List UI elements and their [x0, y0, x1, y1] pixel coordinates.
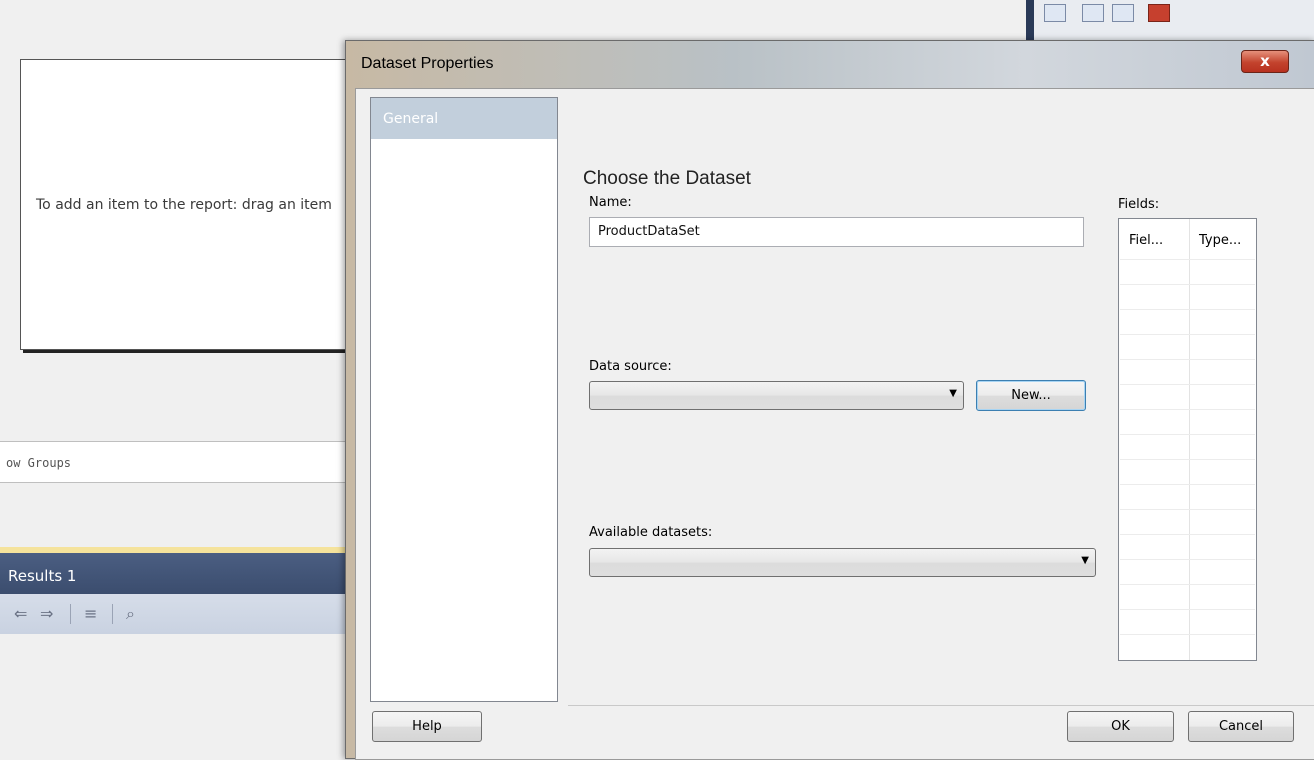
close-icon: x [1260, 52, 1270, 70]
grid-row-line [1120, 284, 1255, 285]
grid-row-line [1120, 409, 1255, 410]
new-data-source-button[interactable]: New... [976, 380, 1086, 411]
name-field[interactable]: ProductDataSet [589, 217, 1084, 247]
grid-row-line [1120, 359, 1255, 360]
row-groups-label: ow Groups [6, 456, 72, 470]
section-title: Choose the Dataset [583, 168, 751, 189]
fields-column-header-field[interactable]: Fiel... [1129, 233, 1163, 248]
available-datasets-label: Available datasets: [589, 525, 713, 540]
close-button[interactable]: x [1241, 50, 1289, 73]
row-groups-pane[interactable]: ow Groups [0, 441, 350, 483]
fields-column-header-type[interactable]: Type... [1199, 233, 1241, 248]
grid-row-line [1120, 434, 1255, 435]
grid-row-line [1120, 584, 1255, 585]
results-tab[interactable]: Results 1 [0, 553, 350, 594]
chevron-down-icon: ▼ [949, 388, 957, 399]
grid-column-divider [1189, 219, 1190, 660]
dataset-properties-dialog: Dataset Properties x General Choose the … [345, 40, 1314, 760]
available-datasets-select[interactable]: ▼ [589, 548, 1096, 577]
fields-grid[interactable]: Fiel... Type... [1118, 218, 1257, 661]
grid-row-line [1120, 534, 1255, 535]
data-source-label: Data source: [589, 359, 672, 374]
cancel-button[interactable]: Cancel [1188, 711, 1294, 742]
grid-row-line [1120, 309, 1255, 310]
copy-icon[interactable] [1082, 4, 1104, 22]
report-hint-text: To add an item to the report: drag an it… [36, 197, 332, 213]
dialog-title-bar[interactable]: Dataset Properties x [346, 41, 1314, 87]
toolbar-separator [70, 604, 71, 624]
find-icon[interactable]: ⌕ [126, 604, 135, 624]
grid-row-line [1120, 384, 1255, 385]
refresh-icon[interactable] [1112, 4, 1134, 22]
nav-item-general[interactable]: General [371, 98, 557, 139]
grid-row-line [1120, 609, 1255, 610]
ok-button[interactable]: OK [1067, 711, 1174, 742]
grid-row-line [1120, 459, 1255, 460]
grid-row-line [1120, 634, 1255, 635]
results-toolbar: ⇐ ⇒ ≡ ⌕ [0, 594, 350, 634]
toolbar-separator [112, 604, 113, 624]
footer-separator [568, 705, 1314, 706]
clear-results-icon[interactable]: ≡ [84, 604, 97, 623]
chevron-down-icon: ▼ [1081, 555, 1089, 566]
name-label: Name: [589, 195, 632, 210]
export-icon[interactable]: ⇒ [40, 604, 53, 623]
grid-row-line [1120, 559, 1255, 560]
grid-row-line [1120, 334, 1255, 335]
grid-row-line [1120, 484, 1255, 485]
grid-row-line [1120, 259, 1255, 260]
nav-pane: General [370, 97, 558, 702]
report-icon[interactable] [1148, 4, 1170, 22]
properties-icon[interactable] [1044, 4, 1066, 22]
dialog-title: Dataset Properties [361, 55, 494, 72]
help-button[interactable]: Help [372, 711, 482, 742]
results-tab-label: Results 1 [8, 567, 77, 585]
top-right-toolbar [1026, 0, 1314, 42]
nav-item-label: General [383, 111, 439, 127]
import-icon[interactable]: ⇐ [14, 604, 27, 623]
fields-label: Fields: [1118, 197, 1160, 212]
grid-row-line [1120, 509, 1255, 510]
data-source-select[interactable]: ▼ [589, 381, 964, 410]
toolbar-edge [1026, 0, 1034, 42]
dialog-client-area: General Choose the Dataset Name: Product… [355, 88, 1314, 760]
